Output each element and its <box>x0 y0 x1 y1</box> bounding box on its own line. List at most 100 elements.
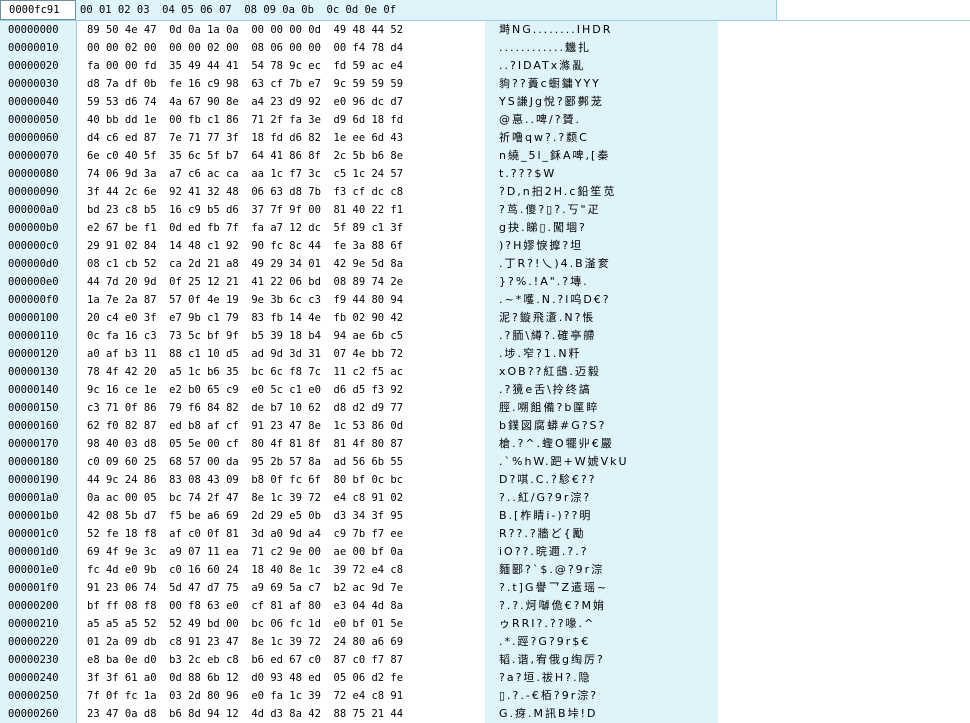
text-row[interactable]: xOB??紅鴟.迈毅 <box>485 363 718 381</box>
hex-row[interactable]: fa 00 00 fd 35 49 44 41 54 78 9c ec fd 5… <box>77 57 485 75</box>
hex-row[interactable]: 44 7d 20 9d 0f 25 12 21 41 22 06 bd 08 8… <box>77 273 485 291</box>
hex-row[interactable]: 62 f0 82 87 ed b8 af cf 91 23 47 8e 1c 5… <box>77 417 485 435</box>
offset-label: 00000150 <box>8 402 59 414</box>
offset-label: 00000100 <box>8 312 59 324</box>
text-row[interactable]: .~*嚄.N.?l呜D€? <box>485 291 718 309</box>
text-row[interactable]: 脛.嗍飷備?b匰睟 <box>485 399 718 417</box>
offset-label: 000001a0 <box>8 492 59 504</box>
hex-row[interactable]: 44 9c 24 86 83 08 43 09 b8 0f fc 6f 80 b… <box>77 471 485 489</box>
text-row[interactable]: 泥?鏇飛濸.N?悵 <box>485 309 718 327</box>
hex-row[interactable]: c3 71 0f 86 79 f6 84 82 de b7 10 62 d8 d… <box>77 399 485 417</box>
offset-label: 000001d0 <box>8 546 59 558</box>
hex-row[interactable]: 00 00 02 00 00 00 02 00 08 06 00 00 00 f… <box>77 39 485 57</box>
hex-row[interactable]: 78 4f 42 20 a5 1c b6 35 bc 6c f8 7c 11 c… <box>77 363 485 381</box>
column-offsets-header: 00 01 02 03 04 05 06 07 08 09 0a 0b 0c 0… <box>80 4 397 16</box>
hex-row[interactable]: 3f 3f 61 a0 0d 88 6b 12 d0 93 48 ed 05 0… <box>77 669 485 687</box>
offset-label: 00000200 <box>8 600 59 612</box>
hex-row[interactable]: 59 53 d6 74 4a 67 90 8e a4 23 d9 92 e0 9… <box>77 93 485 111</box>
text-row[interactable]: )?H嫪悷擵?坦 <box>485 237 718 255</box>
hex-row[interactable]: a0 af b3 11 88 c1 10 d5 ad 9d 3d 31 07 4… <box>77 345 485 363</box>
offset-label: 000001f0 <box>8 582 59 594</box>
current-offset-field[interactable]: 0000fc91 <box>0 0 76 20</box>
hex-row[interactable]: d8 7a df 0b fe 16 c9 98 63 cf 7b e7 9c 5… <box>77 75 485 93</box>
hex-row[interactable]: 40 bb dd 1e 00 fb c1 86 71 2f fa 3e d9 6… <box>77 111 485 129</box>
text-row[interactable]: t.???$W <box>485 165 718 183</box>
text-row[interactable]: .丁R?!乀)4.B滏奒 <box>485 255 718 273</box>
text-row[interactable]: ?.?.炣嚹佹€?M姢 <box>485 597 718 615</box>
text-row[interactable]: R??.?牆ど{勵 <box>485 525 718 543</box>
hex-row[interactable]: e2 67 be f1 0d ed fb 7f fa a7 12 dc 5f 8… <box>77 219 485 237</box>
hex-row[interactable]: fc 4d e0 9b c0 16 60 24 18 40 8e 1c 39 7… <box>77 561 485 579</box>
hex-row[interactable]: 69 4f 9e 3c a9 07 11 ea 71 c2 9e 00 ae 0… <box>77 543 485 561</box>
text-row[interactable]: ?D,n抇2H.c鉛笙苋 <box>485 183 718 201</box>
offset-label: 00000180 <box>8 456 59 468</box>
hex-row[interactable]: 0a ac 00 05 bc 74 2f 47 8e 1c 39 72 e4 c… <box>77 489 485 507</box>
text-row[interactable]: .?胹\繜?.確亭艜 <box>485 327 718 345</box>
hex-bytes-pane[interactable]: 89 50 4e 47 0d 0a 1a 0a 00 00 00 0d 49 4… <box>77 21 485 723</box>
hex-row[interactable]: 23 47 0a d8 b6 8d 94 12 4d d3 8a 42 88 7… <box>77 705 485 723</box>
text-row[interactable]: n繞_5l_鉌A啤,[秦 <box>485 147 718 165</box>
hex-row[interactable]: 6e c0 40 5f 35 6c 5f b7 64 41 86 8f 2c 5… <box>77 147 485 165</box>
text-row[interactable]: 麵郾?`$.@?9r淙 <box>485 561 718 579</box>
text-row[interactable]: g抉.睇▯.闖堌? <box>485 219 718 237</box>
hex-row[interactable]: 9c 16 ce 1e e2 b0 65 c9 e0 5c c1 e0 d6 d… <box>77 381 485 399</box>
text-row[interactable]: ▯.?.-€栢?9r淙? <box>485 687 718 705</box>
hex-row[interactable]: 08 c1 cb 52 ca 2d 21 a8 49 29 34 01 42 9… <box>77 255 485 273</box>
text-row[interactable]: .*.踁?G?9r$€ <box>485 633 718 651</box>
text-row[interactable]: 塒NG........IHDR <box>485 21 718 39</box>
text-row[interactable]: 韬.谐,宥俄g绹厉? <box>485 651 718 669</box>
hex-row[interactable]: c0 09 60 25 68 57 00 da 95 2b 57 8a ad 5… <box>77 453 485 471</box>
hex-row[interactable]: 29 91 02 84 14 48 c1 92 90 fc 8c 44 fe 3… <box>77 237 485 255</box>
hex-row[interactable]: 3f 44 2c 6e 92 41 32 48 06 63 d8 7b f3 c… <box>77 183 485 201</box>
text-row[interactable]: iO??.晥邇.?.? <box>485 543 718 561</box>
offset-label: 000000a0 <box>8 204 59 216</box>
offset-label: 00000060 <box>8 132 59 144</box>
hex-row[interactable]: 74 06 9d 3a a7 c6 ac ca aa 1c f7 3c c5 1… <box>77 165 485 183</box>
text-row[interactable]: 槍.?^.蟶O犤丱€嚴 <box>485 435 718 453</box>
text-row[interactable]: ?a?垣.祓H?.隐 <box>485 669 718 687</box>
hex-row[interactable]: 0c fa 16 c3 73 5c bf 9f b5 39 18 b4 94 a… <box>77 327 485 345</box>
hex-row[interactable]: a5 a5 a5 52 52 49 bd 00 bc 06 fc 1d e0 b… <box>77 615 485 633</box>
offset-label: 00000160 <box>8 420 59 432</box>
hex-row[interactable]: 89 50 4e 47 0d 0a 1a 0a 00 00 00 0d 49 4… <box>77 21 485 39</box>
text-row[interactable]: .`%hW.跁+W婋VkU <box>485 453 718 471</box>
offset-label: 00000070 <box>8 150 59 162</box>
hex-row[interactable]: e8 ba 0e d0 b3 2c eb c8 b6 ed 67 c0 87 c… <box>77 651 485 669</box>
text-row[interactable]: D?唭.C.?駗€?? <box>485 471 718 489</box>
text-row[interactable]: ?茑.傻?▯?.丂"疋 <box>485 201 718 219</box>
text-row[interactable]: .?獍e舌\拎终謞 <box>485 381 718 399</box>
offset-label: 00000030 <box>8 78 59 90</box>
hex-row[interactable]: 1a 7e 2a 87 57 0f 4e 19 9e 3b 6c c3 f9 4… <box>77 291 485 309</box>
text-row[interactable]: 豿??蕢c蟵鏞YYY <box>485 75 718 93</box>
text-row[interactable]: 祈噜qw?.?颣C <box>485 129 718 147</box>
text-row[interactable]: @惪..啤/?贇. <box>485 111 718 129</box>
offset-label: 00000040 <box>8 96 59 108</box>
text-row[interactable]: ゥRRI?.??喙.^ <box>485 615 718 633</box>
hex-row[interactable]: bd 23 c8 b5 16 c9 b5 d6 37 7f 9f 00 81 4… <box>77 201 485 219</box>
text-row[interactable]: ............魕扎 <box>485 39 718 57</box>
offset-label: 00000050 <box>8 114 59 126</box>
offset-label: 00000130 <box>8 366 59 378</box>
hex-row[interactable]: 91 23 06 74 5d 47 d7 75 a9 69 5a c7 b2 a… <box>77 579 485 597</box>
text-row[interactable]: ?.t]G譽乛Z遣瑶~ <box>485 579 718 597</box>
text-row[interactable]: G.疨.M訊B垰!D <box>485 705 718 723</box>
text-row[interactable]: }?%.!A".?塼. <box>485 273 718 291</box>
hex-row[interactable]: 7f 0f fc 1a 03 2d 80 96 e0 fa 1c 39 72 e… <box>77 687 485 705</box>
hex-row[interactable]: 01 2a 09 db c8 91 23 47 8e 1c 39 72 24 8… <box>77 633 485 651</box>
text-row[interactable]: YS謙Jg悅?郾鄸茏 <box>485 93 718 111</box>
hex-row[interactable]: d4 c6 ed 87 7e 71 77 3f 18 fd d6 82 1e e… <box>77 129 485 147</box>
hex-row[interactable]: 52 fe 18 f8 af c0 0f 81 3d a0 9d a4 c9 7… <box>77 525 485 543</box>
hex-row[interactable]: 42 08 5b d7 f5 be a6 69 2d 29 e5 0b d3 3… <box>77 507 485 525</box>
text-row[interactable]: ..?IDATx滌亂 <box>485 57 718 75</box>
hex-row[interactable]: bf ff 08 f8 00 f8 63 e0 cf 81 af 80 e3 0… <box>77 597 485 615</box>
offset-label: 00000080 <box>8 168 59 180</box>
offset-label: 000000d0 <box>8 258 59 270</box>
text-row[interactable]: b鏷図腐蟒#G?S? <box>485 417 718 435</box>
text-row[interactable]: ?..紅/G?9r淙? <box>485 489 718 507</box>
offset-label: 000001b0 <box>8 510 59 522</box>
text-row[interactable]: B.[柞睛i-)??明 <box>485 507 718 525</box>
hex-row[interactable]: 98 40 03 d8 05 5e 00 cf 80 4f 81 8f 81 4… <box>77 435 485 453</box>
hex-row[interactable]: 20 c4 e0 3f e7 9b c1 79 83 fb 14 4e fb 0… <box>77 309 485 327</box>
text-row[interactable]: .埗.窄?1.N粁 <box>485 345 718 363</box>
decoded-text-pane[interactable]: 塒NG........IHDR ............魕扎 ..?IDATx滌亂豿… <box>485 21 718 723</box>
